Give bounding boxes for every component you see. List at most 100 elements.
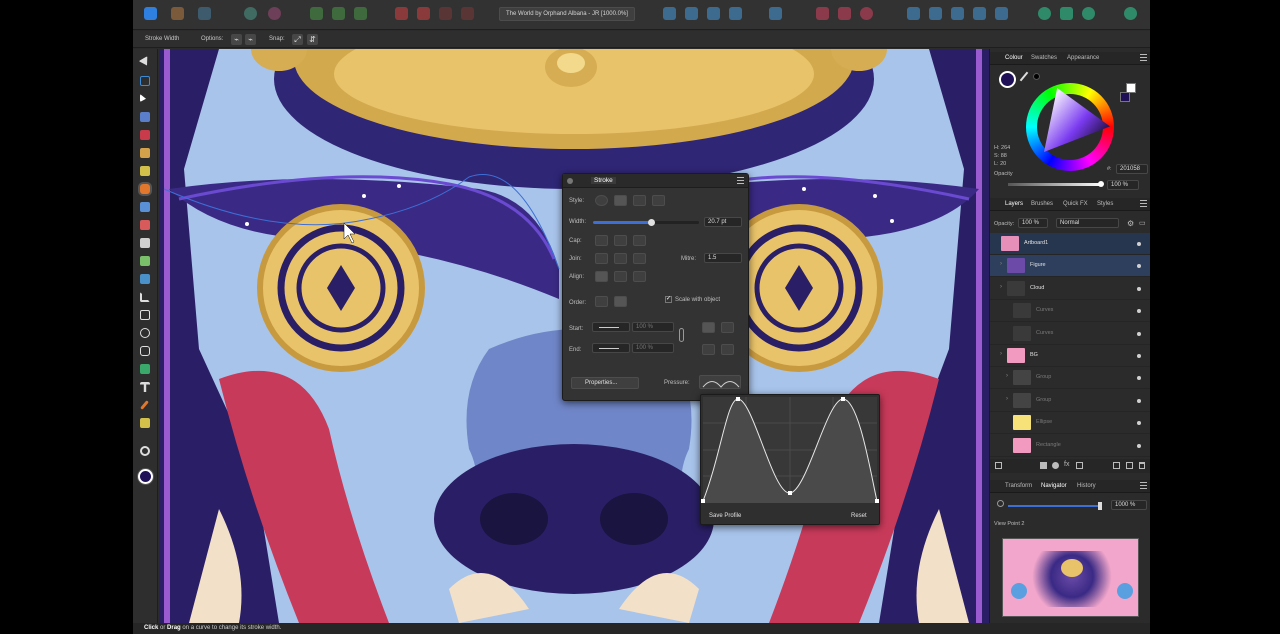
hex-field[interactable]: 201058 <box>1116 164 1148 174</box>
delete-layer-icon[interactable] <box>1139 462 1145 469</box>
expand-arrow-icon[interactable]: › <box>1000 351 1002 357</box>
crop-tool-icon[interactable] <box>140 292 150 302</box>
preferences-icon[interactable] <box>1082 7 1095 20</box>
boolean-subtract-icon[interactable] <box>417 7 430 20</box>
layer-lock-icon[interactable]: ▭ <box>1139 219 1146 227</box>
layer-row[interactable]: Rectangle <box>990 435 1150 457</box>
solid-line-style-icon[interactable] <box>614 195 627 206</box>
align-inside-icon[interactable] <box>614 271 627 282</box>
paint-brush-tool-icon[interactable] <box>140 220 150 230</box>
layers-panel-menu-icon[interactable] <box>1140 200 1147 207</box>
snap-two-icon[interactable]: ⇵ <box>307 34 318 45</box>
expand-arrow-icon[interactable]: › <box>1000 284 1002 290</box>
persona-pixel-icon[interactable] <box>171 7 184 20</box>
layer-row[interactable]: › Figure <box>990 255 1150 278</box>
user-icon[interactable] <box>1124 7 1137 20</box>
width-slider-handle[interactable] <box>648 219 656 226</box>
view-point-label[interactable]: View Point 2 <box>994 521 1024 527</box>
end-scale-field[interactable]: 100 % <box>632 343 674 353</box>
adjustment-icon[interactable] <box>1052 462 1059 469</box>
tab-transform[interactable]: Transform <box>1005 483 1032 489</box>
tab-styles[interactable]: Styles <box>1097 201 1113 207</box>
arrange-icon[interactable] <box>354 7 367 20</box>
ellipse-tool-icon[interactable] <box>140 328 150 338</box>
tab-layers[interactable]: Layers <box>1005 201 1023 207</box>
to-front-icon[interactable] <box>973 7 986 20</box>
insert-icon[interactable] <box>816 7 829 20</box>
stroke-behind-icon[interactable] <box>595 296 608 307</box>
distribute-icon[interactable] <box>332 7 345 20</box>
stroke-panel-title[interactable]: Stroke <box>591 177 616 184</box>
layer-visibility-icon[interactable] <box>1137 242 1141 246</box>
option-one-icon[interactable]: ⌁ <box>231 34 242 45</box>
layer-settings-icon[interactable]: ⚙ <box>1127 219 1134 228</box>
snap-one-icon[interactable]: ⤢ <box>292 34 303 45</box>
pressure-node[interactable] <box>841 397 845 401</box>
boolean-divide-icon[interactable] <box>461 7 474 20</box>
align-icon[interactable] <box>310 7 323 20</box>
colour-wells-icon[interactable] <box>138 469 153 484</box>
pressure-node[interactable] <box>875 499 879 503</box>
corner-tool-icon[interactable] <box>140 130 150 140</box>
assistant-icon[interactable] <box>1038 7 1051 20</box>
boolean-intersect-icon[interactable] <box>439 7 452 20</box>
colour-panel-menu-icon[interactable] <box>1140 54 1147 61</box>
rounded-rectangle-tool-icon[interactable] <box>140 346 150 356</box>
insert-behind-icon[interactable] <box>838 7 851 20</box>
persona-designer-icon[interactable] <box>144 7 157 20</box>
pressure-node[interactable] <box>736 397 740 401</box>
mitre-field[interactable]: 1.5 <box>704 253 742 263</box>
zoom-slider-handle[interactable] <box>1098 502 1102 510</box>
option-two-icon[interactable]: ⌁ <box>245 34 256 45</box>
opacity-field[interactable]: 100 % <box>1107 180 1139 190</box>
rectangle-tool-icon[interactable] <box>140 310 150 320</box>
expand-arrow-icon[interactable]: › <box>1000 261 1002 267</box>
flip-vertical-icon[interactable] <box>685 7 698 20</box>
tab-quick-fx[interactable]: Quick FX <box>1063 201 1088 207</box>
layer-visibility-icon[interactable] <box>1137 286 1141 291</box>
scale-with-object-checkbox[interactable]: ✓ <box>665 296 672 303</box>
tab-navigator[interactable]: Navigator <box>1041 483 1067 489</box>
round-cap-icon[interactable] <box>614 235 627 246</box>
end-arrowhead-select[interactable] <box>592 343 630 353</box>
tab-brushes[interactable]: Brushes <box>1031 201 1053 207</box>
tab-swatches[interactable]: Swatches <box>1031 55 1057 61</box>
layer-visibility-icon[interactable] <box>1137 309 1141 314</box>
layer-visibility-icon[interactable] <box>1137 421 1141 426</box>
tab-appearance[interactable]: Appearance <box>1067 55 1099 61</box>
snapping-icon[interactable] <box>268 7 281 20</box>
navigator-panel-menu-icon[interactable] <box>1140 482 1147 489</box>
move-tool-icon[interactable] <box>138 56 152 68</box>
vector-brush-tool-icon[interactable] <box>140 202 150 212</box>
close-panel-icon[interactable] <box>567 178 573 184</box>
settings-icon[interactable] <box>244 7 257 20</box>
stroke-front-icon[interactable] <box>614 296 627 307</box>
dashed-line-style-icon[interactable] <box>633 195 646 206</box>
insert-inside-icon[interactable] <box>860 7 873 20</box>
align-center-icon[interactable] <box>595 271 608 282</box>
transparency-tool-icon[interactable] <box>140 256 150 266</box>
link-arrowheads-icon[interactable] <box>679 328 684 342</box>
tab-colour[interactable]: Colour <box>1005 55 1023 61</box>
layer-row[interactable]: Artboard1 <box>990 233 1150 255</box>
blend-mode-select[interactable]: Normal <box>1056 218 1119 228</box>
fx-icon[interactable]: fx <box>1064 461 1069 468</box>
add-layer-icon[interactable] <box>1113 462 1120 469</box>
save-profile-button[interactable]: Save Profile <box>709 513 741 519</box>
layer-visibility-icon[interactable] <box>1137 398 1141 403</box>
node-tool-icon[interactable] <box>140 94 146 102</box>
view-mode-icon[interactable] <box>1060 7 1073 20</box>
layer-row[interactable]: › Cloud <box>990 278 1150 300</box>
reset-button[interactable]: Reset <box>851 513 867 519</box>
reverse-arrowheads-icon[interactable] <box>721 344 734 355</box>
layer-row[interactable]: › Group <box>990 367 1150 390</box>
mitre-join-icon[interactable] <box>595 253 608 264</box>
zoom-out-icon[interactable] <box>997 500 1004 507</box>
layer-row[interactable]: Curves <box>990 300 1150 323</box>
properties-button[interactable]: Properties... <box>571 377 639 389</box>
flip-horizontal-icon[interactable] <box>663 7 676 20</box>
stroke-width-tool-icon[interactable] <box>140 184 150 194</box>
fill-tool-icon[interactable] <box>140 238 150 248</box>
artboard-tool-icon[interactable] <box>140 76 150 86</box>
layer-visibility-icon[interactable] <box>1137 354 1141 358</box>
